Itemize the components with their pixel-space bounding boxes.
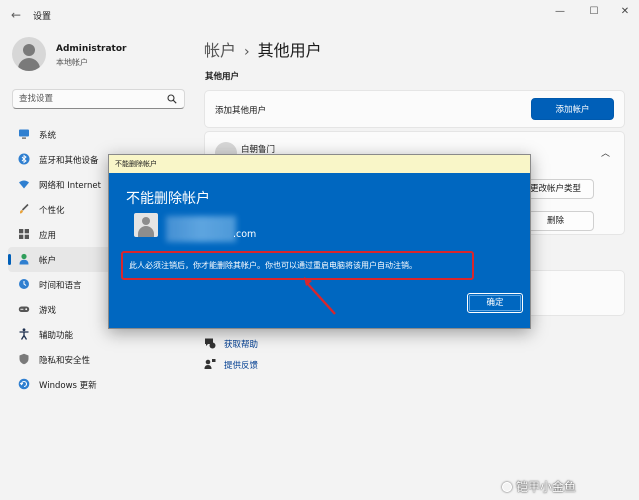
dialog-user-avatar — [134, 213, 158, 237]
sidebar-item-label: 隐私和安全性 — [39, 356, 91, 366]
profile-account-type: 本地帐户 — [56, 58, 88, 67]
add-user-card: 添加其他用户 添加帐户 — [204, 90, 625, 128]
clock-globe-icon — [19, 279, 29, 289]
watermark: 铠甲小金鱼 — [502, 478, 576, 495]
sidebar-item-privacy-security[interactable]: 隐私和安全性 — [8, 347, 193, 372]
annotation-arrow-icon — [304, 277, 336, 315]
avatar — [12, 37, 46, 71]
sidebar-item-label: 帐户 — [39, 256, 57, 266]
section-title: 其他用户 — [205, 72, 240, 82]
update-icon — [18, 378, 30, 390]
give-feedback-label: 提供反馈 — [224, 361, 259, 371]
sidebar-item-label: 辅助功能 — [39, 331, 74, 341]
back-arrow-icon[interactable]: ← — [8, 7, 24, 23]
breadcrumb: 帐户 › 其他用户 — [204, 37, 322, 61]
help-chat-icon — [205, 338, 216, 349]
sidebar-item-label: 蓝牙和其他设备 — [39, 156, 99, 166]
ok-button[interactable]: 确定 — [467, 293, 523, 313]
accessibility-icon — [19, 328, 29, 340]
sidebar-item-system[interactable]: 系统 — [8, 122, 193, 147]
breadcrumb-separator: › — [244, 44, 250, 60]
sidebar-item-label: 个性化 — [39, 206, 65, 216]
maximize-icon[interactable]: ☐ — [583, 4, 605, 20]
breadcrumb-parent[interactable]: 帐户 — [204, 41, 236, 60]
sidebar-item-label: 应用 — [39, 231, 57, 241]
bluetooth-icon — [18, 153, 30, 165]
add-account-button[interactable]: 添加帐户 — [531, 98, 614, 120]
app-title: 设置 — [33, 12, 52, 22]
watermark-logo-icon — [502, 482, 512, 492]
monitor-icon — [19, 129, 29, 139]
dialog-message: 此人必须注销后，你才能删除其帐户。你也可以通过重启电脑将该用户自动注销。 — [129, 261, 417, 270]
add-user-label: 添加其他用户 — [215, 106, 267, 116]
chevron-up-icon[interactable]: ︿ — [601, 146, 610, 159]
sidebar-item-label: Windows 更新 — [39, 381, 97, 391]
shield-icon — [19, 353, 29, 365]
search-input[interactable] — [19, 92, 164, 106]
dialog-heading: 不能删除帐户 — [126, 191, 210, 207]
wifi-icon — [19, 180, 29, 189]
sidebar-item-label: 游戏 — [39, 306, 57, 316]
sidebar-item-windows-update[interactable]: Windows 更新 — [8, 372, 193, 397]
minimize-icon[interactable]: — — [549, 4, 571, 20]
search-box[interactable] — [12, 89, 185, 109]
gamepad-icon — [18, 306, 30, 312]
brush-icon — [19, 203, 29, 214]
person-icon — [19, 253, 29, 265]
sidebar-item-label: 时间和语言 — [39, 281, 82, 291]
dialog-title-bar[interactable]: 不能删除帐户 — [109, 155, 530, 173]
profile-name: Administrator — [56, 44, 127, 54]
watermark-text: 铠甲小金鱼 — [516, 480, 577, 494]
dialog-title-bar-text: 不能删除帐户 — [115, 160, 157, 168]
search-icon[interactable] — [167, 94, 177, 104]
close-icon[interactable]: ✕ — [614, 4, 636, 20]
apps-icon — [19, 229, 29, 239]
sidebar-item-label: 网络和 Internet — [39, 181, 101, 191]
sidebar-item-label: 系统 — [39, 131, 57, 141]
get-help-label: 获取帮助 — [224, 340, 259, 350]
title-bar: ← 设置 — ☐ ✕ — [0, 0, 639, 30]
page-title: 其他用户 — [257, 41, 322, 60]
settings-window: ← 设置 — ☐ ✕ Administrator 本地帐户 系统 蓝牙和其他设备 — [0, 0, 639, 500]
dialog-user-email: .com — [233, 229, 257, 240]
feedback-icon — [204, 359, 216, 369]
redacted-email-blur — [166, 216, 236, 242]
